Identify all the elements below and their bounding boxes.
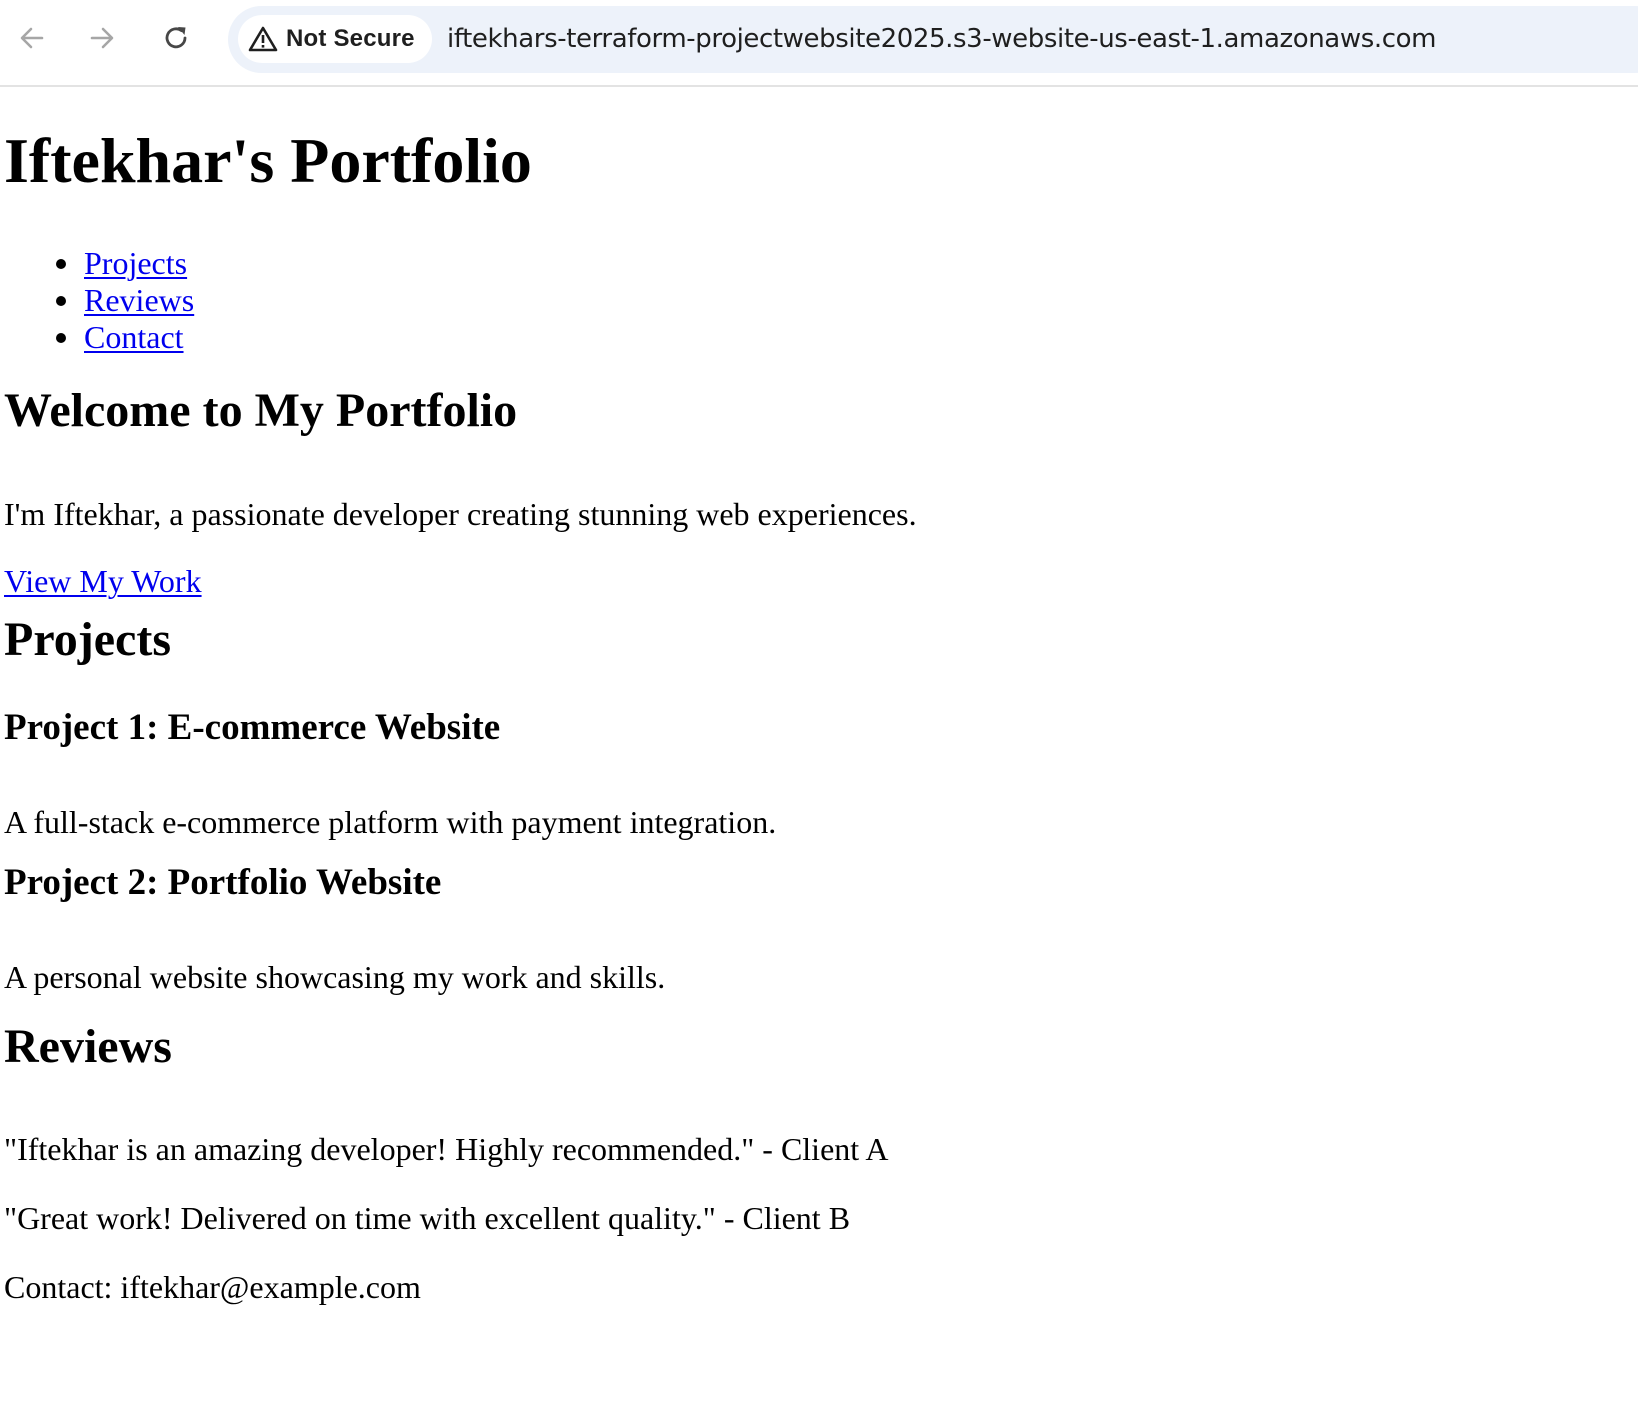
reload-icon [165, 27, 187, 49]
warning-triangle-icon [248, 26, 278, 52]
reviews-heading: Reviews [4, 1020, 172, 1073]
address-bar[interactable]: Not Secure iftekhars-terraform-projectwe… [228, 6, 1638, 73]
security-indicator[interactable]: Not Secure [238, 15, 432, 63]
projects-heading: Projects [4, 613, 172, 666]
project-1-title: Project 1: E-commerce Website [4, 707, 501, 748]
bullet-icon [56, 296, 66, 306]
back-button[interactable] [10, 16, 54, 60]
nav-item-projects: Projects [56, 245, 194, 282]
bullet-icon [56, 333, 66, 343]
nav-item-contact: Contact [56, 319, 194, 356]
site-nav: Projects Reviews Contact [56, 245, 194, 356]
nav-link-reviews[interactable]: Reviews [84, 282, 194, 318]
url-text[interactable]: iftekhars-terraform-projectwebsite2025.s… [447, 6, 1436, 73]
project-2-description: A personal website showcasing my work an… [4, 959, 666, 995]
nav-item-reviews: Reviews [56, 282, 194, 319]
security-label: Not Secure [286, 25, 415, 52]
nav-link-projects[interactable]: Projects [84, 245, 187, 281]
project-1-description: A full-stack e-commerce platform with pa… [4, 804, 777, 840]
view-my-work-link[interactable]: View My Work [4, 565, 202, 597]
browser-toolbar: Not Secure iftekhars-terraform-projectwe… [0, 0, 1638, 87]
reload-button[interactable] [154, 16, 198, 60]
bullet-icon [56, 259, 66, 269]
page-title: Iftekhar's Portfolio [4, 125, 532, 196]
hero-heading: Welcome to My Portfolio [4, 384, 518, 437]
arrow-left-icon [20, 27, 44, 49]
hero-intro: I'm Iftekhar, a passionate developer cre… [4, 496, 917, 532]
arrow-right-icon [90, 27, 114, 49]
contact-info: Contact: iftekhar@example.com [4, 1269, 421, 1305]
review-1: "Iftekhar is an amazing developer! Highl… [4, 1131, 889, 1167]
forward-button[interactable] [80, 16, 124, 60]
project-2-title: Project 2: Portfolio Website [4, 862, 442, 903]
nav-link-contact[interactable]: Contact [84, 319, 184, 355]
review-2: "Great work! Delivered on time with exce… [4, 1200, 851, 1236]
